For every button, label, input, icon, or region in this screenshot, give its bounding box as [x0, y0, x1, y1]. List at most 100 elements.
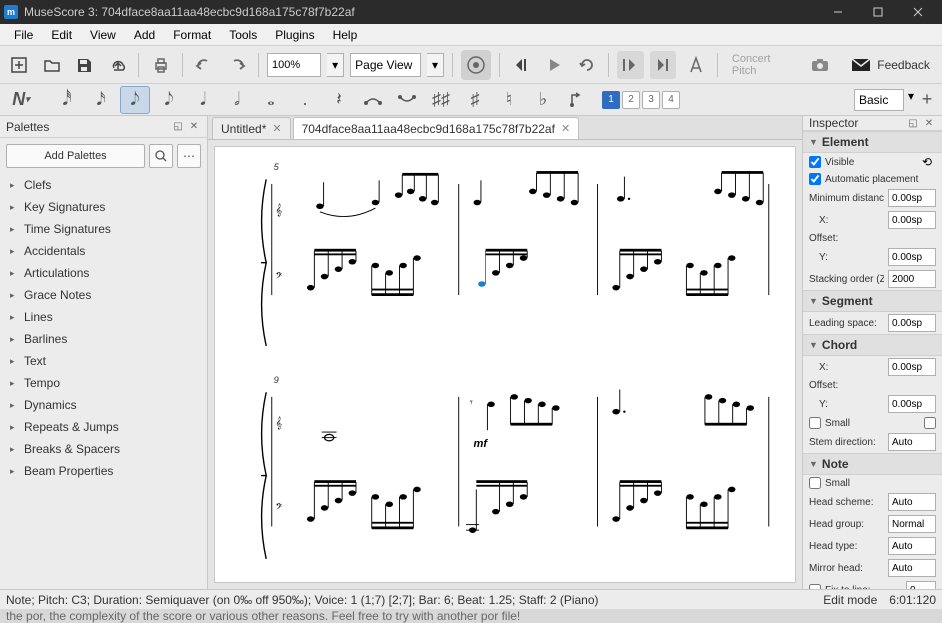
palette-item[interactable]: ▸Articulations — [4, 262, 203, 284]
duration-64th-button[interactable]: 𝅘𝅥𝅰 — [52, 86, 82, 114]
add-palettes-button[interactable]: Add Palettes — [6, 144, 145, 168]
selected-note[interactable] — [478, 281, 485, 287]
menu-edit[interactable]: Edit — [43, 26, 80, 44]
zoom-dropdown[interactable]: ▾ — [327, 53, 344, 77]
tab-untitled[interactable]: Untitled* ✕ — [212, 117, 291, 139]
palette-item[interactable]: ▸Key Signatures — [4, 196, 203, 218]
rest-button[interactable]: 𝄽 — [324, 86, 354, 114]
offset-x-input[interactable] — [888, 211, 936, 229]
segment-section-header[interactable]: ▼Segment — [803, 290, 942, 312]
chord-section-header[interactable]: ▼Chord — [803, 334, 942, 356]
menu-tools[interactable]: Tools — [221, 26, 265, 44]
element-section-header[interactable]: ▼Element — [803, 131, 942, 153]
duration-whole-button[interactable]: 𝅝 — [256, 86, 286, 114]
feedback-button[interactable]: Feedback — [845, 58, 936, 72]
chord-x-input[interactable] — [888, 358, 936, 376]
redo-button[interactable] — [223, 51, 250, 79]
palette-item[interactable]: ▸Time Signatures — [4, 218, 203, 240]
rewind-button[interactable] — [508, 51, 535, 79]
min-distance-input[interactable] — [888, 189, 936, 207]
voice-1-button[interactable]: 1 — [602, 91, 620, 109]
mirror-head-select[interactable] — [888, 559, 936, 577]
play-button[interactable] — [541, 51, 568, 79]
new-button[interactable] — [6, 51, 33, 79]
workspace-select[interactable]: Basic — [854, 89, 904, 111]
palettes-more-button[interactable]: ⋯ — [177, 144, 201, 168]
voice-3-button[interactable]: 3 — [642, 91, 660, 109]
workspace-dropdown[interactable]: ▾ — [908, 89, 914, 111]
leading-space-input[interactable] — [888, 314, 936, 332]
maximize-button[interactable] — [858, 0, 898, 24]
flat-button[interactable]: ♭ — [528, 86, 558, 114]
visible-checkbox[interactable] — [809, 156, 821, 168]
loop-in-button[interactable] — [617, 51, 644, 79]
print-button[interactable] — [147, 51, 174, 79]
stem-direction-select[interactable] — [888, 433, 936, 451]
loop-button[interactable] — [574, 51, 601, 79]
note-section-header[interactable]: ▼Note — [803, 453, 942, 475]
head-scheme-select[interactable] — [888, 493, 936, 511]
chord-small-checkbox[interactable] — [809, 417, 821, 429]
palette-item[interactable]: ▸Text — [4, 350, 203, 372]
marcato-button[interactable]: ♯♯ — [426, 86, 456, 114]
duration-32nd-button[interactable]: 𝅘𝅥𝅯 — [86, 86, 116, 114]
note-input-mode-button[interactable]: N▾ — [6, 86, 36, 114]
image-capture-button[interactable] — [807, 51, 834, 79]
duration-dot-button[interactable]: . — [290, 86, 320, 114]
menu-file[interactable]: File — [6, 26, 41, 44]
palette-item[interactable]: ▸Breaks & Spacers — [4, 438, 203, 460]
tab-document[interactable]: 704dface8aa11aa48ecbc9d168a175c78f7b22af… — [293, 117, 580, 139]
menu-add[interactable]: Add — [126, 26, 163, 44]
offset-y-input[interactable] — [888, 248, 936, 266]
natural-button[interactable]: ♮ — [494, 86, 524, 114]
palette-item[interactable]: ▸Repeats & Jumps — [4, 416, 203, 438]
zoom-input[interactable] — [267, 53, 321, 77]
palettes-close-button[interactable]: ✕ — [187, 120, 201, 134]
tab-close-icon[interactable]: ✕ — [272, 122, 281, 135]
stacking-order-input[interactable] — [888, 270, 936, 288]
palette-item[interactable]: ▸Lines — [4, 306, 203, 328]
reset-icon[interactable]: ⟲ — [922, 155, 932, 169]
palettes-undock-button[interactable]: ◱ — [171, 120, 185, 134]
save-online-button[interactable] — [104, 51, 131, 79]
auto-placement-checkbox[interactable] — [809, 173, 821, 185]
palette-item[interactable]: ▸Grace Notes — [4, 284, 203, 306]
metronome-button[interactable] — [461, 50, 491, 80]
flip-button[interactable] — [562, 86, 592, 114]
head-type-select[interactable] — [888, 537, 936, 555]
sharp-button[interactable]: ♯ — [460, 86, 490, 114]
duration-16th-button[interactable]: 𝅘𝅥𝅮 — [120, 86, 150, 114]
slur-button[interactable] — [392, 86, 422, 114]
fix-to-line-input[interactable] — [906, 581, 936, 589]
view-mode-dropdown[interactable]: ▾ — [427, 53, 444, 77]
duration-quarter-button[interactable]: 𝅘𝅥 — [188, 86, 218, 114]
close-button[interactable] — [898, 0, 938, 24]
voice-2-button[interactable]: 2 — [622, 91, 640, 109]
score-canvas[interactable]: 5 𝄞 — [214, 146, 796, 583]
head-group-select[interactable] — [888, 515, 936, 533]
note-small-checkbox[interactable] — [809, 477, 821, 489]
palette-item[interactable]: ▸Tempo — [4, 372, 203, 394]
palette-item[interactable]: ▸Clefs — [4, 174, 203, 196]
duration-8th-button[interactable]: 𝅘𝅥𝅮 — [154, 86, 184, 114]
open-button[interactable] — [39, 51, 66, 79]
palette-item[interactable]: ▸Dynamics — [4, 394, 203, 416]
palettes-search-button[interactable] — [149, 144, 173, 168]
menu-format[interactable]: Format — [165, 26, 219, 44]
menu-plugins[interactable]: Plugins — [267, 26, 322, 44]
menu-view[interactable]: View — [82, 26, 124, 44]
palette-item[interactable]: ▸Beam Properties — [4, 460, 203, 482]
tie-button[interactable] — [358, 86, 388, 114]
palette-item[interactable]: ▸Barlines — [4, 328, 203, 350]
tab-close-icon[interactable]: ✕ — [561, 122, 570, 135]
voice-4-button[interactable]: 4 — [662, 91, 680, 109]
concert-pitch-button[interactable]: Concert Pitch — [726, 53, 801, 77]
palette-item[interactable]: ▸Accidentals — [4, 240, 203, 262]
menu-help[interactable]: Help — [325, 26, 366, 44]
chord-y-input[interactable] — [888, 395, 936, 413]
inspector-undock-button[interactable]: ◱ — [906, 116, 920, 130]
chord-extra-checkbox[interactable] — [924, 417, 936, 429]
undo-button[interactable] — [191, 51, 218, 79]
minimize-button[interactable] — [818, 0, 858, 24]
add-workspace-button[interactable]: + — [918, 86, 936, 114]
